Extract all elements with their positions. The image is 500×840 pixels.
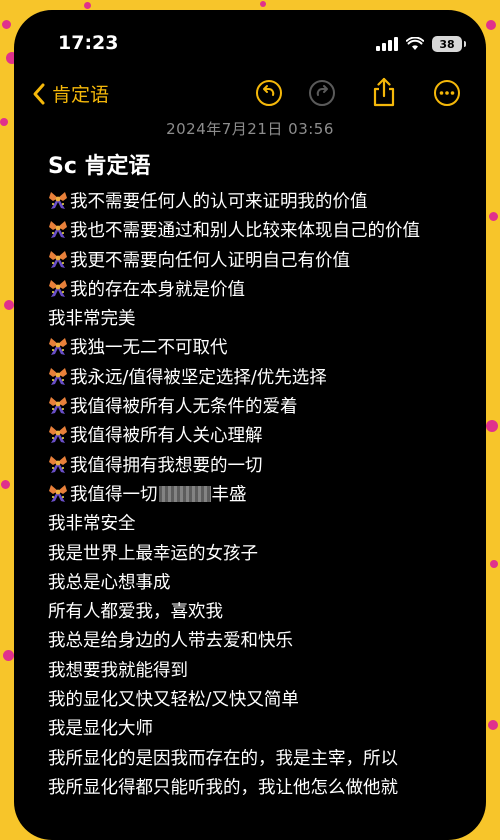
ribbon-icon bbox=[49, 250, 67, 268]
confetti-dot bbox=[2, 20, 11, 29]
note-date: 2024年7月21日 03:56 bbox=[166, 120, 334, 138]
status-icons: 38 bbox=[376, 34, 466, 54]
note-line: 我值得拥有我想要的一切 bbox=[48, 452, 468, 481]
note-line: 我的存在本身就是价值 bbox=[48, 276, 468, 305]
note-line-text: 我更不需要向任何人证明自己有价值 bbox=[70, 250, 350, 271]
note-line-text: 我总是给身边的人带去爱和快乐 bbox=[48, 631, 293, 652]
more-options-icon[interactable] bbox=[432, 78, 462, 108]
note-line: 我总是心想事成 bbox=[48, 569, 468, 598]
note-title[interactable]: Sc 肯定语 bbox=[48, 148, 151, 180]
status-time: 17:23 bbox=[58, 32, 119, 54]
note-line: 我值得被所有人无条件的爱着 bbox=[48, 393, 468, 422]
ribbon-icon bbox=[49, 221, 67, 239]
ribbon-icon bbox=[49, 397, 67, 415]
ribbon-icon bbox=[49, 484, 67, 502]
note-line-text: 我的存在本身就是价值 bbox=[70, 279, 245, 300]
ribbon-icon bbox=[49, 338, 67, 356]
note-line: 我想要我就能得到 bbox=[48, 657, 468, 686]
ribbon-icon bbox=[49, 367, 67, 385]
undo-icon[interactable] bbox=[254, 78, 284, 108]
note-line: 我值得一切 丰盛 bbox=[48, 481, 468, 510]
note-line-text: 我非常完美 bbox=[48, 309, 136, 330]
note-line: 我值得被所有人关心理解 bbox=[48, 422, 468, 451]
confetti-dot bbox=[486, 420, 498, 432]
note-line-text: 我不需要任何人的认可来证明我的价值 bbox=[70, 192, 368, 212]
confetti-dot bbox=[486, 20, 496, 30]
ribbon-icon bbox=[49, 455, 67, 473]
note-line: 我的显化又快又轻松/又快又简单 bbox=[48, 686, 468, 715]
note-line-text: 我想要我就能得到 bbox=[48, 660, 188, 681]
note-toolbar: 肯定语 bbox=[14, 76, 486, 116]
note-line-text: 所有人都爱我，喜欢我 bbox=[48, 602, 223, 623]
note-line-text: 我所显化的是因我而存在的，我是主宰，所以 bbox=[48, 748, 398, 769]
redo-icon[interactable] bbox=[307, 78, 337, 108]
note-line-text: 我独一无二不可取代 bbox=[70, 338, 228, 359]
note-line-text: 我总是心想事成 bbox=[48, 572, 171, 593]
note-line-text: 我所显化得都只能听我的，我让他怎么做他就 bbox=[48, 777, 398, 798]
confetti-dot bbox=[3, 650, 14, 661]
note-line: 我更不需要向任何人证明自己有价值 bbox=[48, 247, 468, 276]
note-line-text: 我值得拥有我想要的一切 bbox=[70, 455, 263, 476]
note-line: 我是世界上最幸运的女孩子 bbox=[48, 540, 468, 569]
note-body[interactable]: 我不需要任何人的认可来证明我的价值 我也不需要通过和别人比较来体现自己的价值 我… bbox=[48, 188, 468, 803]
ribbon-icon bbox=[49, 426, 67, 444]
note-line-text: 我是世界上最幸运的女孩子 bbox=[48, 543, 258, 564]
confetti-dot bbox=[490, 560, 498, 568]
note-line-text: 我非常安全 bbox=[48, 514, 136, 535]
note-line-text: 我的显化又快又轻松/又快又简单 bbox=[48, 690, 299, 711]
note-line: 我非常完美 bbox=[48, 305, 468, 334]
note-line: 我所显化的是因我而存在的，我是主宰，所以 bbox=[48, 745, 468, 774]
note-line: 所有人都爱我，喜欢我 bbox=[48, 598, 468, 627]
confetti-dot bbox=[84, 2, 91, 9]
note-line: 我非常安全 bbox=[48, 510, 468, 539]
note-line-text: 我值得被所有人关心理解 bbox=[70, 426, 263, 447]
redacted-blur bbox=[158, 485, 211, 502]
share-icon[interactable] bbox=[370, 76, 398, 108]
note-line: 我独一无二不可取代 bbox=[48, 334, 468, 363]
note-line-text: 我值得被所有人无条件的爱着 bbox=[70, 397, 298, 418]
note-line-text-after: 丰盛 bbox=[211, 484, 247, 505]
note-line-text: 我是显化大师 bbox=[48, 719, 153, 740]
note-line: 我不需要任何人的认可来证明我的价值 bbox=[48, 188, 468, 217]
confetti-dot bbox=[0, 118, 8, 126]
confetti-dot bbox=[1, 480, 10, 489]
ribbon-icon bbox=[49, 192, 67, 209]
status-bar: 17:23 38 bbox=[14, 10, 486, 70]
note-line-text: 我永远/值得被坚定选择/优先选择 bbox=[70, 367, 327, 388]
battery-icon: 38 bbox=[432, 36, 466, 52]
chevron-left-icon bbox=[33, 83, 45, 104]
note-line: 我永远/值得被坚定选择/优先选择 bbox=[48, 364, 468, 393]
confetti-dot bbox=[488, 720, 498, 730]
phone-screen: 17:23 38 肯定语 2024年7月21日 03:56 Sc 肯定语 我不需… bbox=[14, 10, 486, 840]
note-line: 我所显化得都只能听我的，我让他怎么做他就 bbox=[48, 774, 468, 803]
note-line: 我是显化大师 bbox=[48, 715, 468, 744]
back-label: 肯定语 bbox=[52, 84, 110, 106]
confetti-dot bbox=[489, 212, 498, 221]
back-button[interactable]: 肯定语 bbox=[32, 80, 109, 107]
note-line: 我也不需要通过和别人比较来体现自己的价值 bbox=[48, 217, 468, 246]
note-line-text: 我值得一切 bbox=[70, 484, 158, 505]
cellular-signal-icon bbox=[376, 37, 398, 51]
ribbon-icon bbox=[49, 279, 67, 297]
wifi-icon bbox=[406, 37, 424, 50]
confetti-dot bbox=[260, 1, 266, 7]
note-line-text: 我也不需要通过和别人比较来体现自己的价值 bbox=[70, 221, 420, 242]
confetti-dot bbox=[4, 300, 14, 310]
note-line: 我总是给身边的人带去爱和快乐 bbox=[48, 627, 468, 656]
